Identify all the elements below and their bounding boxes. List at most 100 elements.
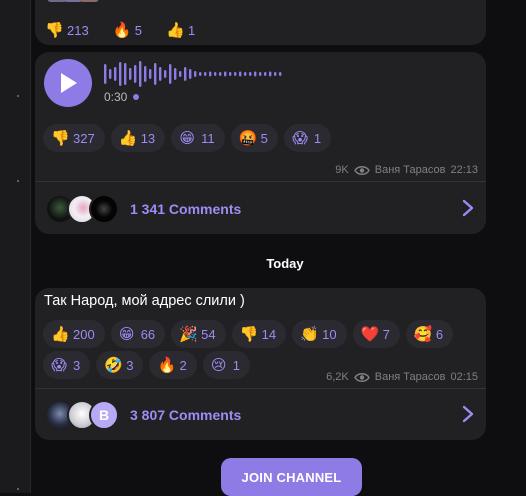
reaction-pill[interactable]: 😁 11	[171, 124, 225, 152]
message-meta: 6,2K Ваня Тарасов 02:15	[326, 371, 478, 383]
reaction-count: 10	[322, 326, 337, 342]
scream-icon: 😱	[292, 129, 308, 147]
reaction-count: 327	[73, 130, 95, 146]
grin-icon: 😁	[118, 325, 135, 343]
waveform-bar	[149, 69, 152, 79]
waveform-bar	[264, 72, 267, 76]
fire-icon: 🔥	[112, 21, 132, 39]
waveform-bar	[239, 71, 242, 77]
reaction-pill[interactable]: 👍 13	[110, 124, 166, 152]
reaction-pill[interactable]: 😱 1	[283, 124, 332, 152]
reaction-pill[interactable]: 👏 10	[292, 320, 347, 348]
reaction-pill[interactable]: 🔥 5	[105, 16, 152, 44]
scream-icon: 😱	[51, 356, 67, 374]
reaction-pill[interactable]: 👍 1	[158, 16, 205, 44]
reaction-count: 2	[179, 357, 187, 373]
message-meta: 9K Ваня Тарасов 22:13	[335, 164, 478, 176]
voice-duration: 0:30	[104, 90, 140, 104]
heart-icon: ❤️	[360, 325, 380, 343]
reactions-bar: 👎 213 🔥 5 👍 1	[43, 16, 205, 44]
comments-link[interactable]: B 3 807 Comments	[45, 397, 476, 433]
thumbs-up-icon: 👍	[165, 21, 185, 39]
reaction-pill[interactable]: 🤬 5	[230, 124, 278, 152]
join-channel-button[interactable]: JOIN CHANNEL	[221, 458, 362, 496]
waveform-bar	[274, 72, 277, 76]
chevron-right-icon	[462, 199, 474, 217]
reaction-count: 66	[140, 326, 156, 342]
thumbs-up-icon: 👍	[51, 325, 70, 343]
fire-icon: 🔥	[157, 356, 177, 374]
waveform-bar	[169, 64, 172, 84]
scroll-indicator	[17, 180, 19, 182]
author-name: Ваня Тарасов	[374, 371, 446, 383]
reaction-pill[interactable]: 🥰 6	[405, 320, 454, 348]
message-time: 02:15	[450, 371, 478, 383]
waveform-bar	[249, 72, 252, 76]
message-text: Так Народ, мой адрес слили )	[44, 293, 245, 309]
reaction-count: 11	[201, 130, 215, 146]
message-bubble-voice: 0:30 👎 327 👍 13 😁 11 🤬 5 😱 1 9K Ваня Тарасов 22:1…	[35, 52, 486, 234]
avatar	[89, 194, 119, 224]
eye-icon	[353, 372, 370, 382]
waveform-bar	[209, 71, 212, 77]
message-time: 22:13	[450, 164, 478, 176]
reaction-count: 3	[73, 357, 81, 373]
waveform-bar	[269, 71, 272, 77]
waveform-bar	[104, 64, 107, 84]
view-count: 6,2K	[326, 371, 349, 383]
waveform-bar	[144, 66, 147, 82]
reaction-count: 14	[261, 326, 277, 342]
chevron-right-icon	[462, 405, 474, 423]
waveform-bar	[179, 71, 182, 77]
duration-text: 0:30	[104, 90, 128, 104]
unplayed-dot-icon	[133, 94, 140, 100]
avatar	[79, 0, 99, 2]
left-panel-edge	[0, 0, 31, 493]
date-separator: Today	[266, 256, 304, 271]
reaction-count: 7	[382, 326, 390, 342]
reaction-count: 200	[73, 326, 95, 342]
view-count: 9K	[335, 164, 349, 176]
thumbs-down-icon: 👎	[45, 21, 64, 39]
reaction-count: 13	[140, 130, 156, 146]
thumbs-up-icon: 👍	[118, 129, 138, 147]
waveform-bar	[279, 72, 282, 76]
reaction-pill[interactable]: 👎 327	[43, 124, 105, 152]
reaction-pill[interactable]: 👎 213	[43, 16, 99, 44]
love-face-icon: 🥰	[413, 325, 433, 343]
waveform-bar	[234, 72, 237, 76]
reaction-pill[interactable]: 👍 200	[43, 320, 105, 348]
waveform-bar	[254, 71, 257, 77]
reaction-count: 213	[67, 22, 89, 38]
comments-link[interactable]: 1 341 Comments	[45, 191, 476, 227]
comments-count: 3 807 Comments	[130, 407, 242, 423]
reaction-count: 1	[313, 130, 322, 146]
scroll-indicator	[17, 488, 19, 490]
reaction-count: 1	[232, 357, 240, 373]
reaction-pill[interactable]: 🔥 2	[149, 351, 197, 379]
avatar-letter: B	[89, 400, 119, 430]
reaction-pill[interactable]: 😢 1	[202, 351, 250, 379]
reaction-pill[interactable]: 😱 3	[43, 351, 91, 379]
rofl-icon: 🤣	[104, 356, 123, 374]
waveform-bar	[139, 61, 142, 87]
angry-icon: 🤬	[238, 129, 258, 147]
divider	[35, 181, 486, 182]
author-name: Ваня Тарасов	[374, 164, 446, 176]
waveform-bar	[184, 67, 187, 81]
reaction-pill[interactable]: 🎉 54	[171, 320, 226, 348]
reaction-pill[interactable]: ❤️ 7	[352, 320, 400, 348]
grin-icon: 😁	[179, 129, 195, 147]
play-icon	[61, 73, 77, 93]
thumbs-down-icon: 👎	[51, 129, 70, 147]
reactions-bar: 😱 3 🤣 3 🔥 2 😢 1	[43, 351, 250, 379]
commenter-avatars: B	[45, 399, 125, 431]
waveform[interactable]	[104, 60, 284, 88]
reaction-pill[interactable]: 😁 66	[110, 320, 166, 348]
waveform-bar	[219, 72, 222, 76]
reaction-pill[interactable]: 👎 14	[231, 320, 287, 348]
reaction-pill[interactable]: 🤣 3	[96, 351, 144, 379]
waveform-bar	[224, 71, 227, 77]
comments-count: 1 341 Comments	[130, 201, 242, 217]
play-button[interactable]	[44, 59, 92, 107]
